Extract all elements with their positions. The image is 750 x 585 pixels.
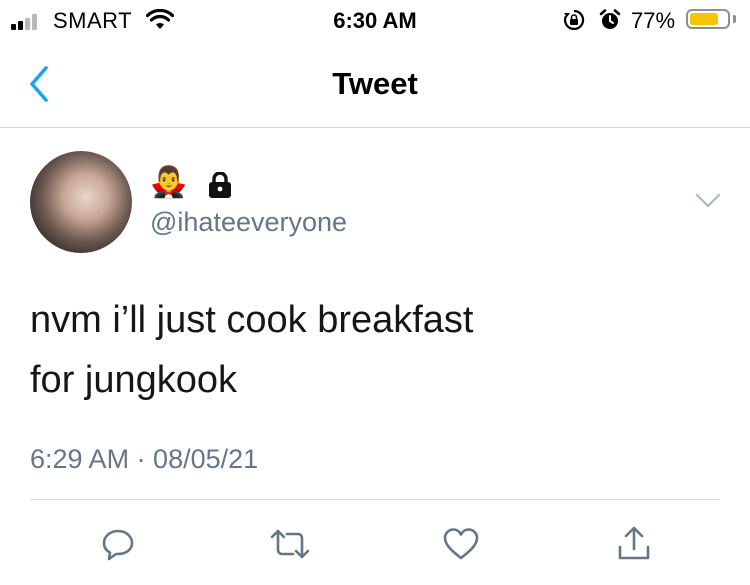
- divider: [30, 499, 720, 500]
- user-handle[interactable]: @ihateeveryone: [150, 207, 347, 238]
- battery-percent: 77%: [631, 8, 676, 33]
- lock-icon: [209, 172, 231, 198]
- vampire-emoji: 🧛‍♂️: [150, 166, 188, 199]
- chevron-down-icon[interactable]: [695, 193, 721, 209]
- tweet-detail-screen: SMART 6:30 AM 77% Tweet: [0, 0, 750, 585]
- tweet-text-line: for jungkook: [30, 359, 238, 401]
- avatar[interactable]: [30, 151, 132, 253]
- retweet-icon: [270, 529, 310, 559]
- tweet-timestamp: 6:29 AM · 08/05/21: [30, 444, 259, 474]
- share-button[interactable]: [612, 522, 656, 566]
- battery-cap: [733, 15, 736, 23]
- battery-icon: [686, 9, 730, 29]
- tweet-text: nvm i’ll just cook breakfast for jungkoo…: [30, 290, 710, 410]
- page-title: Tweet: [332, 66, 418, 101]
- retweet-button[interactable]: [268, 522, 312, 566]
- like-button[interactable]: [439, 522, 483, 566]
- reply-icon: [102, 529, 134, 561]
- heart-icon: [443, 528, 479, 560]
- alarm-icon: [599, 9, 621, 29]
- share-icon: [618, 526, 650, 560]
- tweet-text-line: nvm i’ll just cook breakfast: [30, 299, 474, 341]
- rotation-lock-icon: [563, 9, 585, 31]
- reply-button[interactable]: [96, 522, 140, 566]
- status-bar: SMART 6:30 AM 77%: [0, 0, 750, 40]
- navigation-bar: Tweet: [0, 40, 750, 128]
- battery-level-fill: [690, 13, 718, 25]
